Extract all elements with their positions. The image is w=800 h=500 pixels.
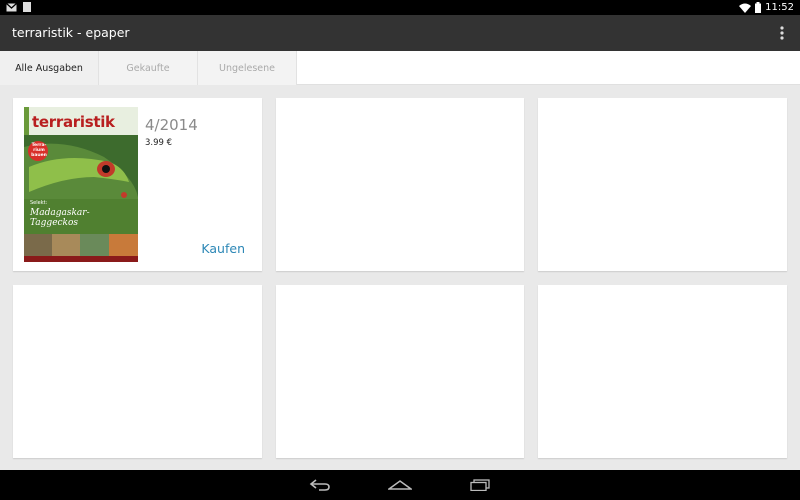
issue-card-empty [276, 285, 524, 458]
issue-card-empty [276, 98, 524, 271]
back-icon [309, 479, 330, 491]
home-button[interactable] [385, 474, 415, 496]
action-bar: terraristik - epaper [0, 15, 800, 51]
cover-masthead: terraristik [32, 113, 115, 131]
tab-ungelesene[interactable]: Ungelesene [198, 51, 297, 85]
gmail-icon [6, 2, 17, 11]
tab-bar: Alle Ausgaben Gekaufte Ungelesene [0, 51, 800, 85]
overflow-menu-icon [780, 26, 784, 40]
wifi-icon [739, 3, 752, 13]
clock: 11:52 [765, 2, 794, 13]
status-bar: 11:52 [0, 0, 800, 15]
home-icon [388, 480, 412, 490]
notification-icons [6, 2, 31, 12]
recents-icon [470, 479, 490, 491]
issue-number: 4/2014 [145, 116, 198, 134]
cover-subtitle-script: Madagaskar-Taggeckos [30, 208, 90, 228]
cover-badge-line: bauen [31, 153, 47, 158]
overflow-menu-button[interactable] [772, 23, 792, 43]
back-button[interactable] [305, 474, 335, 496]
document-icon [23, 2, 31, 12]
tab-alle-ausgaben[interactable]: Alle Ausgaben [0, 51, 99, 85]
issue-card-empty [538, 285, 787, 458]
navigation-bar [0, 470, 800, 500]
issue-card-empty [13, 285, 262, 458]
system-indicators: 11:52 [739, 1, 794, 14]
issue-card[interactable]: terraristik Terra- rium bauen Selekt: Ma… [13, 98, 262, 271]
buy-button[interactable]: Kaufen [201, 241, 245, 256]
issue-price: 3.99 € [145, 138, 173, 148]
app-title: terraristik - epaper [12, 25, 130, 40]
battery-icon [755, 2, 762, 13]
cover-badge: Terra- rium bauen [29, 143, 49, 158]
cover-subtitle-small: Selekt: [30, 200, 48, 206]
tab-gekaufte[interactable]: Gekaufte [99, 51, 198, 85]
magazine-cover[interactable]: terraristik Terra- rium bauen Selekt: Ma… [24, 107, 138, 262]
recents-button[interactable] [465, 474, 495, 496]
issue-card-empty [538, 98, 787, 271]
